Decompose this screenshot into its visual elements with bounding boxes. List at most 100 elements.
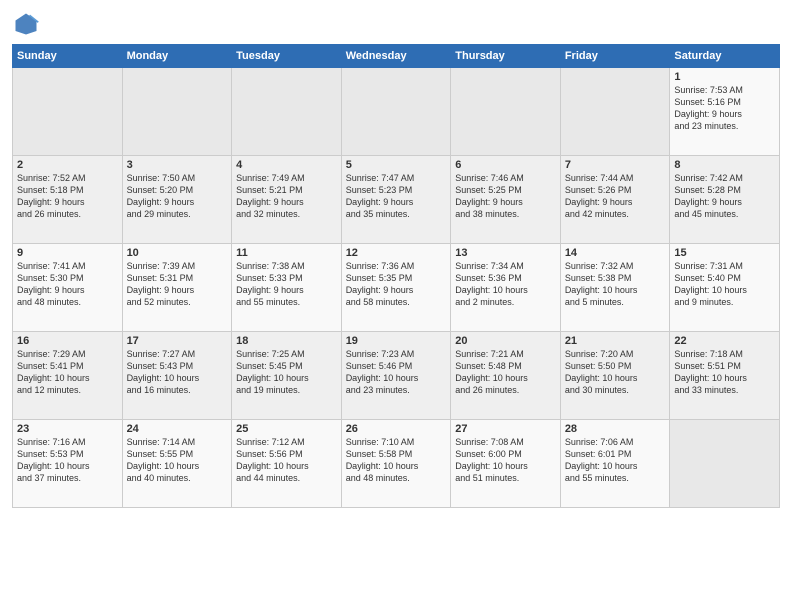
day-number: 16 — [17, 335, 118, 347]
calendar-cell — [122, 68, 232, 156]
day-info: Sunrise: 7:49 AM Sunset: 5:21 PM Dayligh… — [236, 172, 337, 221]
calendar-cell: 12Sunrise: 7:36 AM Sunset: 5:35 PM Dayli… — [341, 244, 451, 332]
day-number: 5 — [346, 159, 447, 171]
header-row: SundayMondayTuesdayWednesdayThursdayFrid… — [13, 45, 780, 68]
week-row-1: 1Sunrise: 7:53 AM Sunset: 5:16 PM Daylig… — [13, 68, 780, 156]
day-number: 8 — [674, 159, 775, 171]
day-info: Sunrise: 7:52 AM Sunset: 5:18 PM Dayligh… — [17, 172, 118, 221]
page-container: SundayMondayTuesdayWednesdayThursdayFrid… — [0, 0, 792, 516]
calendar-cell — [341, 68, 451, 156]
day-number: 23 — [17, 423, 118, 435]
day-number: 15 — [674, 247, 775, 259]
day-info: Sunrise: 7:27 AM Sunset: 5:43 PM Dayligh… — [127, 348, 228, 397]
calendar-cell: 5Sunrise: 7:47 AM Sunset: 5:23 PM Daylig… — [341, 156, 451, 244]
calendar-cell: 19Sunrise: 7:23 AM Sunset: 5:46 PM Dayli… — [341, 332, 451, 420]
day-number: 28 — [565, 423, 666, 435]
calendar-cell — [670, 420, 780, 508]
day-info: Sunrise: 7:42 AM Sunset: 5:28 PM Dayligh… — [674, 172, 775, 221]
col-header-tuesday: Tuesday — [232, 45, 342, 68]
day-number: 17 — [127, 335, 228, 347]
calendar-cell: 20Sunrise: 7:21 AM Sunset: 5:48 PM Dayli… — [451, 332, 561, 420]
logo-icon — [12, 10, 40, 38]
day-number: 2 — [17, 159, 118, 171]
day-info: Sunrise: 7:53 AM Sunset: 5:16 PM Dayligh… — [674, 84, 775, 133]
day-number: 14 — [565, 247, 666, 259]
day-info: Sunrise: 7:47 AM Sunset: 5:23 PM Dayligh… — [346, 172, 447, 221]
day-info: Sunrise: 7:31 AM Sunset: 5:40 PM Dayligh… — [674, 260, 775, 309]
day-number: 3 — [127, 159, 228, 171]
calendar-cell: 22Sunrise: 7:18 AM Sunset: 5:51 PM Dayli… — [670, 332, 780, 420]
calendar-cell: 4Sunrise: 7:49 AM Sunset: 5:21 PM Daylig… — [232, 156, 342, 244]
week-row-3: 9Sunrise: 7:41 AM Sunset: 5:30 PM Daylig… — [13, 244, 780, 332]
day-number: 27 — [455, 423, 556, 435]
day-info: Sunrise: 7:06 AM Sunset: 6:01 PM Dayligh… — [565, 436, 666, 485]
calendar-cell: 1Sunrise: 7:53 AM Sunset: 5:16 PM Daylig… — [670, 68, 780, 156]
day-info: Sunrise: 7:20 AM Sunset: 5:50 PM Dayligh… — [565, 348, 666, 397]
day-number: 20 — [455, 335, 556, 347]
calendar-cell: 23Sunrise: 7:16 AM Sunset: 5:53 PM Dayli… — [13, 420, 123, 508]
day-info: Sunrise: 7:23 AM Sunset: 5:46 PM Dayligh… — [346, 348, 447, 397]
calendar-cell: 15Sunrise: 7:31 AM Sunset: 5:40 PM Dayli… — [670, 244, 780, 332]
day-info: Sunrise: 7:12 AM Sunset: 5:56 PM Dayligh… — [236, 436, 337, 485]
day-number: 6 — [455, 159, 556, 171]
col-header-friday: Friday — [560, 45, 670, 68]
day-number: 10 — [127, 247, 228, 259]
day-info: Sunrise: 7:44 AM Sunset: 5:26 PM Dayligh… — [565, 172, 666, 221]
day-number: 1 — [674, 71, 775, 83]
calendar-cell: 28Sunrise: 7:06 AM Sunset: 6:01 PM Dayli… — [560, 420, 670, 508]
day-info: Sunrise: 7:32 AM Sunset: 5:38 PM Dayligh… — [565, 260, 666, 309]
day-info: Sunrise: 7:08 AM Sunset: 6:00 PM Dayligh… — [455, 436, 556, 485]
day-number: 22 — [674, 335, 775, 347]
calendar-cell: 25Sunrise: 7:12 AM Sunset: 5:56 PM Dayli… — [232, 420, 342, 508]
day-info: Sunrise: 7:25 AM Sunset: 5:45 PM Dayligh… — [236, 348, 337, 397]
week-row-2: 2Sunrise: 7:52 AM Sunset: 5:18 PM Daylig… — [13, 156, 780, 244]
calendar-cell: 3Sunrise: 7:50 AM Sunset: 5:20 PM Daylig… — [122, 156, 232, 244]
calendar-table: SundayMondayTuesdayWednesdayThursdayFrid… — [12, 44, 780, 508]
day-number: 4 — [236, 159, 337, 171]
day-info: Sunrise: 7:16 AM Sunset: 5:53 PM Dayligh… — [17, 436, 118, 485]
calendar-cell: 13Sunrise: 7:34 AM Sunset: 5:36 PM Dayli… — [451, 244, 561, 332]
day-number: 19 — [346, 335, 447, 347]
day-number: 25 — [236, 423, 337, 435]
day-info: Sunrise: 7:36 AM Sunset: 5:35 PM Dayligh… — [346, 260, 447, 309]
day-info: Sunrise: 7:18 AM Sunset: 5:51 PM Dayligh… — [674, 348, 775, 397]
day-number: 13 — [455, 247, 556, 259]
calendar-cell: 10Sunrise: 7:39 AM Sunset: 5:31 PM Dayli… — [122, 244, 232, 332]
calendar-cell: 18Sunrise: 7:25 AM Sunset: 5:45 PM Dayli… — [232, 332, 342, 420]
calendar-cell: 8Sunrise: 7:42 AM Sunset: 5:28 PM Daylig… — [670, 156, 780, 244]
calendar-cell — [13, 68, 123, 156]
header — [12, 10, 780, 38]
day-info: Sunrise: 7:38 AM Sunset: 5:33 PM Dayligh… — [236, 260, 337, 309]
day-number: 26 — [346, 423, 447, 435]
day-info: Sunrise: 7:39 AM Sunset: 5:31 PM Dayligh… — [127, 260, 228, 309]
logo — [12, 10, 44, 38]
calendar-cell: 2Sunrise: 7:52 AM Sunset: 5:18 PM Daylig… — [13, 156, 123, 244]
calendar-cell: 6Sunrise: 7:46 AM Sunset: 5:25 PM Daylig… — [451, 156, 561, 244]
calendar-cell: 27Sunrise: 7:08 AM Sunset: 6:00 PM Dayli… — [451, 420, 561, 508]
col-header-monday: Monday — [122, 45, 232, 68]
day-info: Sunrise: 7:10 AM Sunset: 5:58 PM Dayligh… — [346, 436, 447, 485]
calendar-cell: 7Sunrise: 7:44 AM Sunset: 5:26 PM Daylig… — [560, 156, 670, 244]
col-header-thursday: Thursday — [451, 45, 561, 68]
col-header-sunday: Sunday — [13, 45, 123, 68]
day-info: Sunrise: 7:14 AM Sunset: 5:55 PM Dayligh… — [127, 436, 228, 485]
day-number: 9 — [17, 247, 118, 259]
day-number: 18 — [236, 335, 337, 347]
day-number: 12 — [346, 247, 447, 259]
day-info: Sunrise: 7:41 AM Sunset: 5:30 PM Dayligh… — [17, 260, 118, 309]
calendar-cell — [560, 68, 670, 156]
day-info: Sunrise: 7:21 AM Sunset: 5:48 PM Dayligh… — [455, 348, 556, 397]
calendar-cell: 26Sunrise: 7:10 AM Sunset: 5:58 PM Dayli… — [341, 420, 451, 508]
day-info: Sunrise: 7:50 AM Sunset: 5:20 PM Dayligh… — [127, 172, 228, 221]
week-row-4: 16Sunrise: 7:29 AM Sunset: 5:41 PM Dayli… — [13, 332, 780, 420]
week-row-5: 23Sunrise: 7:16 AM Sunset: 5:53 PM Dayli… — [13, 420, 780, 508]
calendar-cell: 14Sunrise: 7:32 AM Sunset: 5:38 PM Dayli… — [560, 244, 670, 332]
day-info: Sunrise: 7:29 AM Sunset: 5:41 PM Dayligh… — [17, 348, 118, 397]
day-info: Sunrise: 7:34 AM Sunset: 5:36 PM Dayligh… — [455, 260, 556, 309]
day-number: 11 — [236, 247, 337, 259]
day-number: 7 — [565, 159, 666, 171]
calendar-cell: 24Sunrise: 7:14 AM Sunset: 5:55 PM Dayli… — [122, 420, 232, 508]
day-info: Sunrise: 7:46 AM Sunset: 5:25 PM Dayligh… — [455, 172, 556, 221]
calendar-cell: 11Sunrise: 7:38 AM Sunset: 5:33 PM Dayli… — [232, 244, 342, 332]
calendar-cell — [451, 68, 561, 156]
